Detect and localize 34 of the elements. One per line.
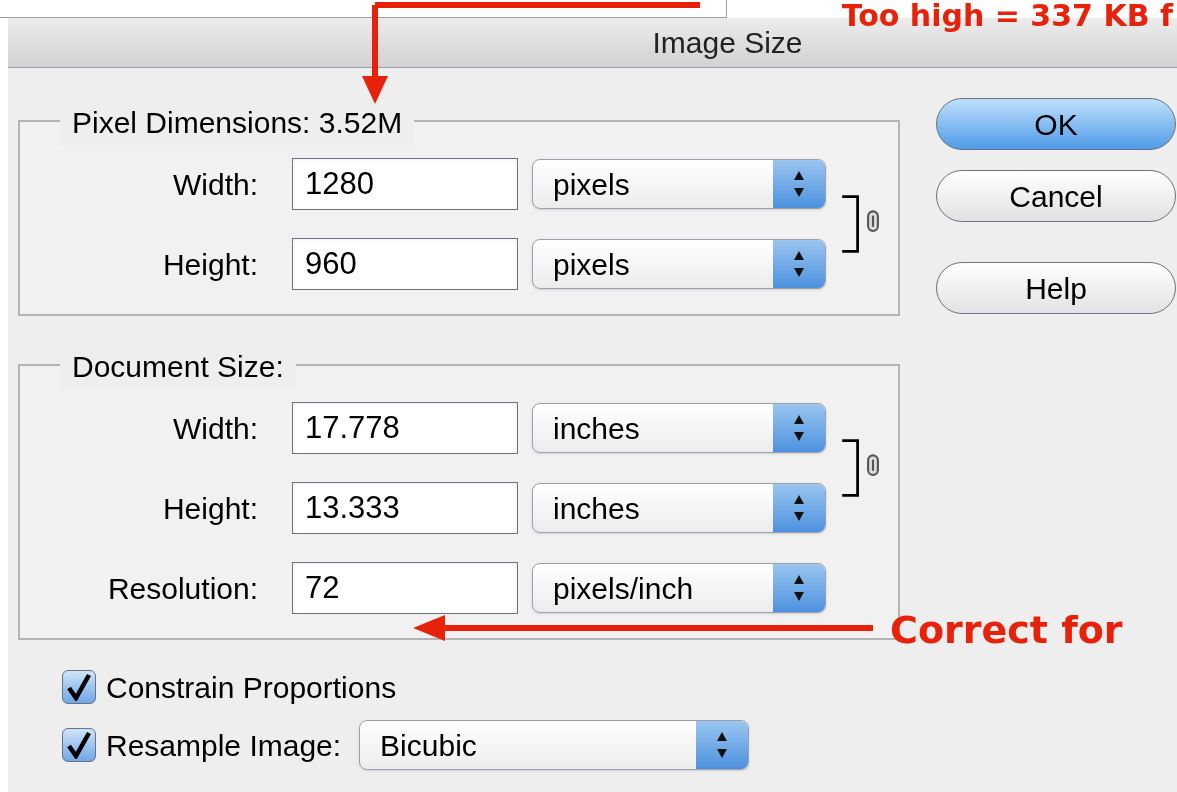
annotation-text: Correct for <box>890 607 1123 654</box>
unit-select[interactable]: inches <box>532 483 826 533</box>
stepper-arrows-icon <box>773 484 825 532</box>
stepper-arrows-icon <box>773 404 825 452</box>
field-label: Width: <box>171 166 258 203</box>
dialog-button[interactable]: OK <box>936 98 1176 150</box>
stepper-arrows-icon <box>773 240 825 288</box>
checkmark-icon <box>66 731 92 759</box>
value-field[interactable]: 72 <box>292 562 518 614</box>
option-label: Resample Image: <box>106 727 342 764</box>
checkbox[interactable] <box>62 728 96 762</box>
field-label: Height: <box>161 490 258 527</box>
unit-select[interactable]: inches <box>532 403 826 453</box>
dialog-button[interactable]: Help <box>936 262 1176 314</box>
unit-select[interactable]: Bicubic <box>359 720 750 770</box>
stepper-arrows-icon <box>773 564 825 612</box>
value-field[interactable]: 17.778 <box>292 402 518 454</box>
field-label: Resolution: <box>106 570 258 607</box>
checkmark-icon <box>66 673 92 701</box>
value-field[interactable]: 13.333 <box>292 482 518 534</box>
checkbox[interactable] <box>62 670 96 704</box>
stepper-arrows-icon <box>773 160 825 208</box>
field-label: Width: <box>171 410 258 447</box>
unit-select[interactable]: pixels/inch <box>532 563 826 613</box>
window-title: Image Size <box>652 25 803 61</box>
option-label: Constrain Proportions <box>106 669 397 706</box>
unit-select[interactable]: pixels <box>532 159 826 209</box>
unit-select[interactable]: pixels <box>532 239 826 289</box>
dialog-button[interactable]: Cancel <box>936 170 1176 222</box>
annotation-text: Too high = 337 KB f <box>841 0 1173 32</box>
field-label: Height: <box>161 246 258 283</box>
value-field[interactable]: 1280 <box>292 158 518 210</box>
value-field[interactable]: 960 <box>292 238 518 290</box>
stepper-arrows-icon <box>696 721 749 769</box>
